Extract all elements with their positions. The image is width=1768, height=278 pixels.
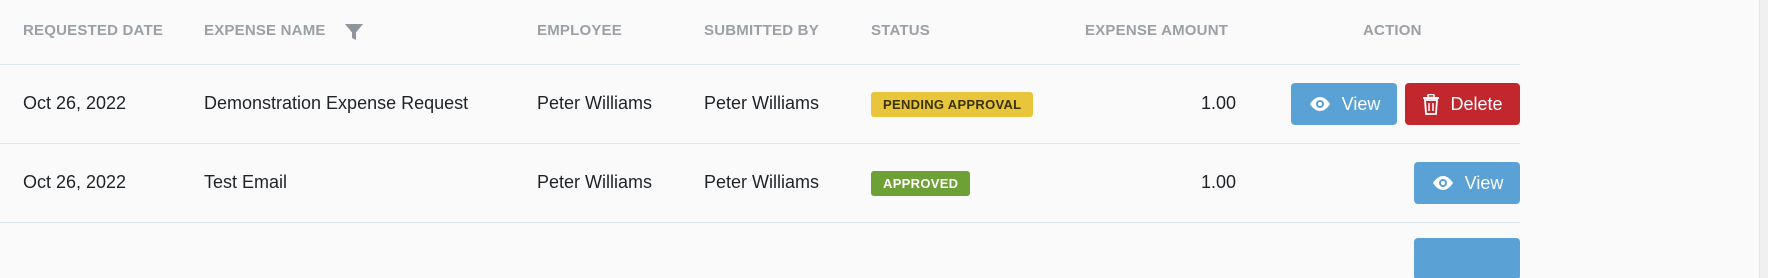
requested-date-cell: Oct 26, 2022 [23, 93, 127, 113]
table-row: Oct 26, 2022 Test Email Peter Williams P… [0, 144, 1520, 223]
eye-icon [1309, 97, 1330, 111]
expense-requests-view: REQUESTED DATE EXPENSE NAME EMPLOYEE SUB… [0, 0, 1768, 278]
header-action: ACTION [1363, 22, 1422, 39]
trash-icon [1423, 93, 1440, 115]
scrollbar[interactable] [1759, 0, 1768, 278]
header-submitted-by[interactable]: SUBMITTED BY [704, 22, 819, 39]
requested-date-cell: Oct 26, 2022 [23, 172, 127, 192]
header-expense-amount[interactable]: EXPENSE AMOUNT [1085, 22, 1228, 39]
view-button-label: View [1341, 93, 1381, 114]
delete-button-label: Delete [1450, 93, 1503, 114]
delete-button[interactable]: Delete [1405, 83, 1520, 125]
eye-icon [1432, 176, 1453, 190]
view-button[interactable]: View [1414, 162, 1520, 204]
view-button-label: View [1464, 172, 1504, 193]
table-row: Oct 26, 2022 Demonstration Expense Reque… [0, 65, 1520, 144]
filter-icon[interactable] [344, 22, 364, 42]
table-header-row: REQUESTED DATE EXPENSE NAME EMPLOYEE SUB… [0, 0, 1520, 65]
view-button[interactable] [1414, 238, 1520, 278]
view-button[interactable]: View [1291, 83, 1397, 125]
header-employee[interactable]: EMPLOYEE [537, 22, 622, 39]
status-badge: APPROVED [871, 171, 971, 196]
expense-name-cell: Test Email [204, 172, 288, 192]
header-expense-name[interactable]: EXPENSE NAME [204, 22, 326, 39]
submitted-by-cell: Peter Williams [704, 93, 820, 113]
expense-name-cell: Demonstration Expense Request [204, 93, 469, 113]
employee-cell: Peter Williams [537, 93, 653, 113]
expense-table: REQUESTED DATE EXPENSE NAME EMPLOYEE SUB… [0, 0, 1520, 223]
submitted-by-cell: Peter Williams [704, 172, 820, 192]
expense-amount-cell: 1.00 [1200, 172, 1236, 192]
employee-cell: Peter Williams [537, 172, 653, 192]
header-requested-date[interactable]: REQUESTED DATE [23, 22, 163, 39]
status-badge: PENDING APPROVAL [871, 92, 1034, 117]
expense-amount-cell: 1.00 [1200, 93, 1236, 113]
header-status[interactable]: STATUS [871, 22, 930, 39]
